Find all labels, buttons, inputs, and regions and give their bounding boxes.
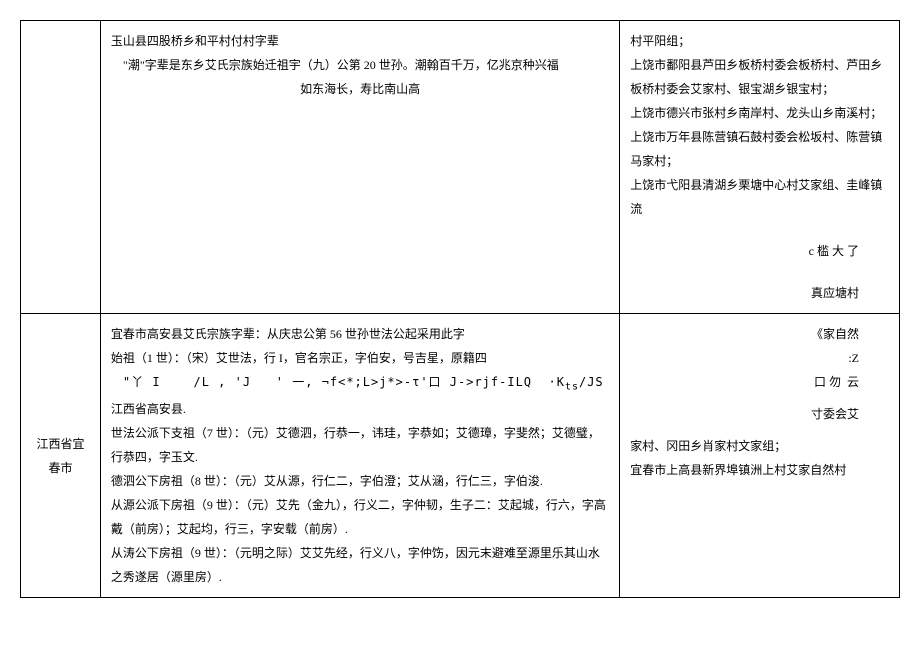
text-line: "丫 I /L , 'J ' 一, ¬f<*;L>j*>-τ'口 J->rjf-… (111, 370, 609, 397)
locations-cell: 《家自然:Z口 勿 云寸委会艾家村、冈田乡肖家村文家组；宜春市上高县新界埠镇洲上… (620, 314, 900, 598)
text-line: 从涛公下房祖（9 世）：（元明之际）艾艾先经，行义八，字仲饬，因元末避难至源里乐… (111, 541, 609, 589)
text-line: 江西省高安县. (111, 397, 609, 421)
genealogy-cell: 宜春市高安县艾氏宗族字辈：从庆忠公第 56 世孙世法公起采用此字始祖（1 世）：… (100, 314, 619, 598)
text-line: 上饶市鄱阳县芦田乡板桥村委会板桥村、芦田乡板桥村委会艾家村、银宝湖乡银宝村； (630, 53, 889, 101)
text-line: 玉山县四股桥乡和平村付村字辈 (111, 29, 609, 53)
text-line: 始祖（1 世）：（宋）艾世法，行 I，官名宗正，字伯安，号吉星，原籍四 (111, 346, 609, 370)
text-line: :Z (630, 346, 889, 370)
text-line: 上饶市万年县陈营镇石鼓村委会松坂村、陈营镇马家村； (630, 125, 889, 173)
text-line: 世法公派下支祖（7 世）：（元）艾德泗，行恭一，讳珪，字恭如；艾德璋，字斐然；艾… (111, 421, 609, 469)
text-line: 寸委会艾 (630, 402, 889, 426)
text-line: c 槛 大 了 (630, 239, 889, 263)
text-line: 真应塘村 (630, 281, 889, 305)
text-line: 宜春市高安县艾氏宗族字辈：从庆忠公第 56 世孙世法公起采用此字 (111, 322, 609, 346)
region-cell (21, 21, 101, 314)
text-line: 德泗公下房祖（8 世）：（元）艾从源，行仁二，字伯澄；艾从涵，行仁三，字伯浚. (111, 469, 609, 493)
text-line: 家村、冈田乡肖家村文家组； (630, 434, 889, 458)
text-line: 如东海长，寿比南山高 (111, 77, 609, 101)
text-line: 村平阳组； (630, 29, 889, 53)
table-row: 江西省宜春市宜春市高安县艾氏宗族字辈：从庆忠公第 56 世孙世法公起采用此字始祖… (21, 314, 900, 598)
region-cell: 江西省宜春市 (21, 314, 101, 598)
text-line: 宜春市上高县新界埠镇洲上村艾家自然村 (630, 458, 889, 482)
text-line: 口 勿 云 (630, 370, 889, 394)
text-line: "潮"字辈是东乡艾氏宗族始迁祖宇（九）公第 20 世孙。潮翰百千万，亿兆京种兴福 (111, 53, 609, 77)
table-row: 玉山县四股桥乡和平村付村字辈"潮"字辈是东乡艾氏宗族始迁祖宇（九）公第 20 世… (21, 21, 900, 314)
text-line: 《家自然 (630, 322, 889, 346)
genealogy-cell: 玉山县四股桥乡和平村付村字辈"潮"字辈是东乡艾氏宗族始迁祖宇（九）公第 20 世… (100, 21, 619, 314)
text-line: 上饶市弋阳县清湖乡栗塘中心村艾家组、圭峰镇流 (630, 173, 889, 221)
text-line: 上饶市德兴市张村乡南岸村、龙头山乡南溪村； (630, 101, 889, 125)
locations-cell: 村平阳组；上饶市鄱阳县芦田乡板桥村委会板桥村、芦田乡板桥村委会艾家村、银宝湖乡银… (620, 21, 900, 314)
text-line: 从源公派下房祖（9 世）：（元）艾先（金九），行义二，字仲韧，生子二：艾起城，行… (111, 493, 609, 541)
